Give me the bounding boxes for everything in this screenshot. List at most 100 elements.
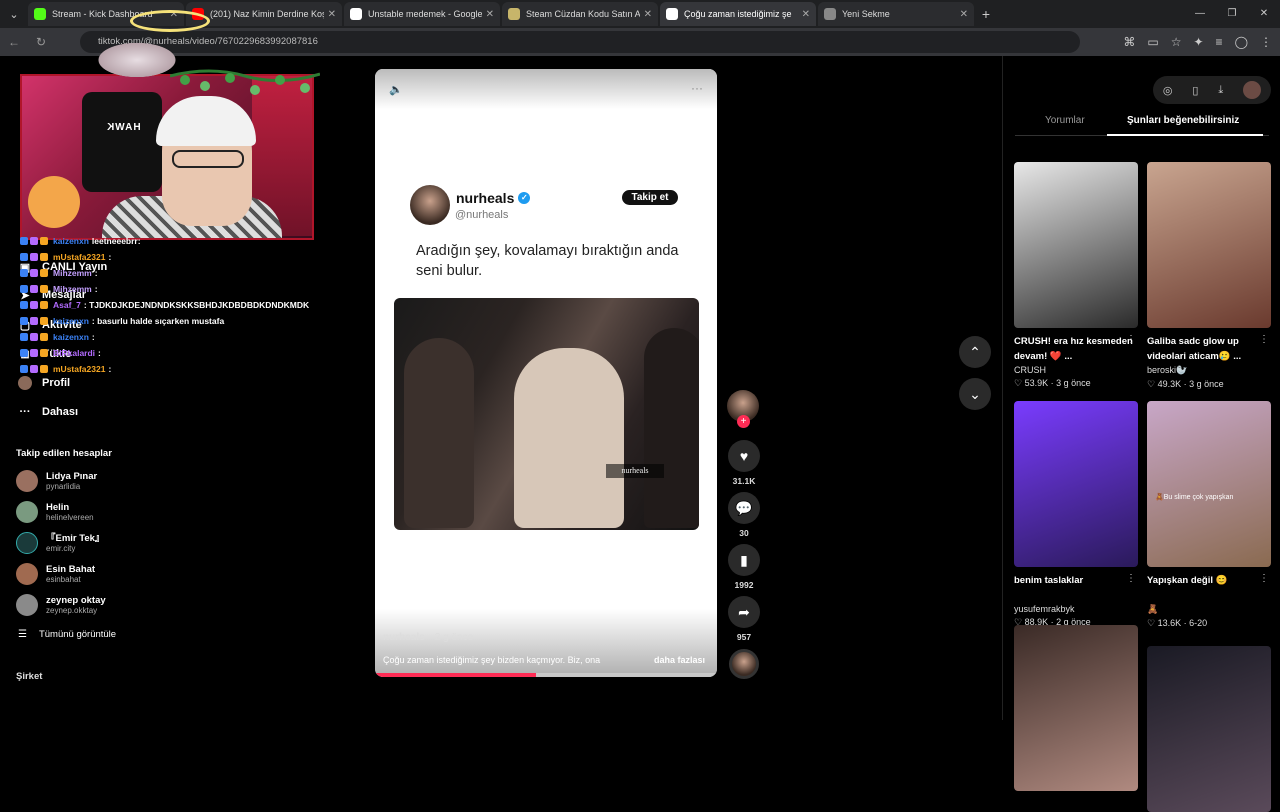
following-account[interactable]: Esin Bahat esinbahat	[16, 563, 95, 585]
url-input[interactable]: tiktok.com/@nurheals/video/7670229683992…	[80, 31, 1080, 53]
comment-count: 30	[739, 528, 749, 538]
video-player[interactable]: 🔈 ··· nurheals ✓ @nurheals Takip et Arad…	[375, 69, 717, 677]
card-menu-icon[interactable]: ⋮	[1126, 573, 1136, 584]
video-progress-bar[interactable]	[375, 673, 717, 677]
recommended-video-card[interactable]: CRUSH! era hız kesmeden devam! ❤️ ... CRU…	[1014, 162, 1138, 389]
close-tab-icon[interactable]: ✕	[644, 9, 652, 20]
nav-more[interactable]: ··· Dahası	[18, 405, 79, 419]
video-thumbnail[interactable]: 🧸Bu slime çok yapışkan	[1147, 401, 1271, 567]
card-menu-icon[interactable]: ⋮	[1126, 334, 1136, 345]
tab-search-icon[interactable]: ⌄	[4, 4, 24, 24]
chat-message: mUstafa2321:	[20, 364, 111, 374]
chat-badge-icon	[40, 365, 48, 373]
back-icon[interactable]: ←	[8, 35, 20, 49]
post-author: nurheals ✓	[456, 190, 531, 206]
chat-username: Asaf_7	[53, 300, 81, 310]
cast-icon[interactable]: ▭	[1147, 35, 1158, 49]
browser-tab[interactable]: Yeni Sekme ✕	[818, 2, 974, 26]
media-icon[interactable]: ≡	[1216, 35, 1223, 49]
restore-icon[interactable]: ❐	[1216, 0, 1248, 28]
company-link[interactable]: Şirket	[16, 671, 42, 682]
chrome-icon	[824, 8, 836, 20]
follow-plus-icon[interactable]: +	[737, 415, 750, 428]
recommended-video-card[interactable]: 🧸Bu slime çok yapışkan Yapışkan değil 😊 🧸 ♡…	[1147, 401, 1271, 629]
video-more-icon[interactable]: ···	[691, 81, 703, 95]
nav-profile[interactable]: Profil	[18, 376, 70, 390]
chat-badge-icon	[40, 349, 48, 357]
video-thumbnail[interactable]	[1147, 646, 1271, 812]
tab-recommended[interactable]: Şunları beğenebilirsiniz	[1127, 115, 1239, 126]
show-all-button[interactable]: ☰ Tümünü görüntüle	[18, 629, 116, 640]
chat-username: mUstafa2321	[53, 252, 106, 262]
card-author[interactable]: beroski🦭	[1147, 365, 1271, 376]
tab-label: Steam Cüzdan Kodu Satın Al -	[526, 9, 640, 19]
close-tab-icon[interactable]: ✕	[802, 9, 810, 20]
extensions-icon[interactable]: ✦	[1193, 35, 1203, 49]
caption-user[interactable]: nurheals · 2 g önce	[383, 632, 473, 643]
following-account[interactable]: Lidya Pınar pynarlidia	[16, 470, 97, 492]
download-icon[interactable]: ⤓	[1218, 84, 1223, 97]
card-author[interactable]: yusufemrakbyk	[1014, 604, 1138, 614]
volume-icon[interactable]: 🔈	[389, 83, 403, 96]
chat-text: :	[108, 252, 112, 262]
close-window-icon[interactable]: ✕	[1248, 0, 1280, 28]
card-title[interactable]: CRUSH! era hız kesmeden devam! ❤️ ...	[1014, 334, 1138, 364]
comment-button[interactable]: 💬	[728, 492, 760, 524]
device-icon[interactable]: ▯	[1192, 84, 1198, 97]
caption-more-button[interactable]: daha fazlası	[654, 655, 705, 665]
recommended-video-card[interactable]: benim taslaklar yusufemrakbyk ♡ 88.9K · 2 …	[1014, 401, 1138, 628]
compass-icon[interactable]: ◎	[1163, 84, 1173, 97]
close-tab-icon[interactable]: ✕	[328, 9, 336, 20]
video-thumbnail[interactable]	[1014, 625, 1138, 791]
close-tab-icon[interactable]: ✕	[486, 9, 494, 20]
card-menu-icon[interactable]: ⋮	[1259, 573, 1269, 584]
minimize-icon[interactable]: —	[1184, 0, 1216, 28]
video-thumbnail[interactable]	[1147, 162, 1271, 328]
next-video-button[interactable]: ⌄	[959, 378, 991, 410]
cat-sticker	[28, 176, 80, 228]
recommended-video-card[interactable]: Galiba sadc glow up videolari aticam🥲 ..…	[1147, 162, 1271, 390]
card-title[interactable]: benim taslaklar	[1014, 573, 1138, 603]
chat-badge-icon	[40, 269, 48, 277]
account-handle: pynarlidia	[46, 481, 81, 491]
following-account[interactable]: zeynep oktay zeynep.okktay	[16, 594, 106, 616]
post-quote: Aradığın şey, kovalamayı bıraktığın anda…	[416, 243, 679, 279]
following-account[interactable]: 『Emir Tek』 emir.city	[16, 532, 104, 554]
new-tab-button[interactable]: +	[976, 4, 996, 24]
save-button[interactable]: ▮	[728, 544, 760, 576]
tab-label: Çoğu zaman istediğimiz şe	[684, 9, 792, 19]
music-disc[interactable]	[729, 649, 759, 679]
browser-tab[interactable]: Çoğu zaman istediğimiz şe ✕	[660, 2, 816, 26]
card-title[interactable]: Yapışkan değil 😊	[1147, 573, 1271, 603]
person-figure	[514, 348, 624, 528]
card-author[interactable]: CRUSH	[1014, 365, 1138, 375]
bookmark-star-icon[interactable]: ☆	[1171, 35, 1182, 49]
account-name: Lidya Pınar	[46, 470, 98, 482]
profile-icon[interactable]: ◯	[1235, 35, 1248, 49]
like-button[interactable]: ♥	[728, 440, 760, 472]
card-menu-icon[interactable]: ⋮	[1259, 334, 1269, 345]
share-count: 957	[736, 632, 752, 642]
card-title[interactable]: Galiba sadc glow up videolari aticam🥲 ..…	[1147, 334, 1271, 364]
card-author[interactable]: 🧸	[1147, 604, 1271, 615]
video-thumbnail[interactable]	[1014, 162, 1138, 328]
browser-tab[interactable]: Steam Cüzdan Kodu Satın Al - ✕	[502, 2, 658, 26]
reload-icon[interactable]: ↻	[36, 35, 46, 49]
video-thumbnail[interactable]	[1014, 401, 1138, 567]
nav-more-label: Dahası	[42, 406, 79, 418]
following-title: Takip edilen hesaplar	[16, 448, 112, 459]
chat-badge-icon	[20, 237, 28, 245]
recommended-video-card[interactable]	[1014, 625, 1138, 791]
close-tab-icon[interactable]: ✕	[960, 9, 968, 20]
tab-comments[interactable]: Yorumlar	[1045, 115, 1085, 126]
following-account[interactable]: Helin helinelvereen	[16, 501, 94, 523]
browser-menu-icon[interactable]: ⋮	[1260, 35, 1272, 49]
browser-tab[interactable]: Unstable medemek - Google'da ✕	[344, 2, 500, 26]
user-avatar[interactable]	[1243, 81, 1262, 99]
chat-message: BIRkalardi:	[20, 348, 101, 358]
recommended-video-card[interactable]	[1147, 646, 1271, 812]
translate-icon[interactable]: ⌘	[1123, 35, 1135, 49]
verified-icon: ✓	[518, 192, 531, 204]
share-button[interactable]: ➦	[728, 596, 760, 628]
previous-video-button[interactable]: ⌃	[959, 336, 991, 368]
